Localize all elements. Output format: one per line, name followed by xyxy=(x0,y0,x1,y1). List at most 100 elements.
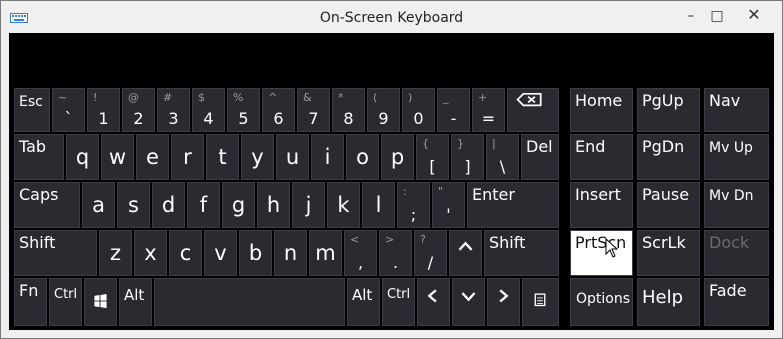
key-fade[interactable]: Fade xyxy=(704,278,769,326)
key-y[interactable]: y xyxy=(241,134,274,180)
key-5[interactable]: % 5 xyxy=(227,88,260,132)
key-2[interactable]: @2 xyxy=(122,88,155,132)
key-m[interactable]: m xyxy=(309,230,342,276)
key-minus[interactable]: _ - xyxy=(437,88,470,132)
key-arrow-down[interactable] xyxy=(452,278,485,326)
key-enter[interactable]: Enter xyxy=(467,182,559,228)
arrow-down-icon xyxy=(461,292,476,302)
key-help[interactable]: Help xyxy=(637,278,700,326)
key-1[interactable]: ! 1 xyxy=(87,88,120,132)
key-r[interactable]: r xyxy=(171,134,204,180)
key-h[interactable]: h xyxy=(257,182,290,228)
key-nav[interactable]: Nav xyxy=(704,88,769,132)
key-secondary: $ xyxy=(198,91,205,104)
key-label: Alt xyxy=(124,286,145,304)
close-button[interactable]: ✕ xyxy=(736,5,772,27)
key-6[interactable]: ^ 6 xyxy=(262,88,295,132)
key-label: k xyxy=(337,193,350,217)
maximize-button[interactable]: □ xyxy=(705,7,729,27)
key-label: f xyxy=(199,193,208,217)
key-e[interactable]: e xyxy=(136,134,169,180)
key-c[interactable]: c xyxy=(169,230,202,276)
key-q[interactable]: q xyxy=(66,134,99,180)
key-w[interactable]: w xyxy=(101,134,134,180)
key-3[interactable]: #3 xyxy=(157,88,190,132)
key-shift-left[interactable]: Shift xyxy=(14,230,97,276)
key-label: t xyxy=(218,145,227,169)
title-bar[interactable]: On-Screen Keyboard – □ ✕ xyxy=(1,1,782,34)
key-pause[interactable]: Pause xyxy=(637,182,700,228)
key-arrow-left[interactable] xyxy=(417,278,450,326)
key-shift-right[interactable]: Shift xyxy=(484,230,559,276)
key-pgup[interactable]: PgUp xyxy=(637,88,700,132)
key-8[interactable]: * 8 xyxy=(332,88,365,132)
key-fn[interactable]: Fn xyxy=(14,278,47,326)
key-o[interactable]: o xyxy=(346,134,379,180)
key-dock[interactable]: Dock xyxy=(704,230,769,276)
key-space[interactable] xyxy=(154,278,345,326)
key-v[interactable]: v xyxy=(204,230,237,276)
key-end[interactable]: End xyxy=(570,134,633,180)
key-label: e xyxy=(146,145,159,169)
key-quote[interactable]: " ' xyxy=(432,182,465,228)
key-pgdn[interactable]: PgDn xyxy=(637,134,700,180)
key-ctrl-left[interactable]: Ctrl xyxy=(49,278,82,326)
key-a[interactable]: a xyxy=(82,182,115,228)
key-i[interactable]: i xyxy=(311,134,344,180)
key-semicolon[interactable]: :; xyxy=(397,182,430,228)
key-k[interactable]: k xyxy=(327,182,360,228)
key-tab[interactable]: Tab xyxy=(14,134,64,180)
key-4[interactable]: $4 xyxy=(192,88,225,132)
key-primary: ; xyxy=(410,205,417,224)
key-esc[interactable]: Esc xyxy=(14,88,50,132)
key-backtick[interactable]: ~ ` xyxy=(52,88,85,132)
key-label: p xyxy=(390,145,405,169)
key-equals[interactable]: + = xyxy=(472,88,505,132)
key-t[interactable]: t xyxy=(206,134,239,180)
key-9[interactable]: (9 xyxy=(367,88,400,132)
key-n[interactable]: n xyxy=(274,230,307,276)
key-g[interactable]: g xyxy=(222,182,255,228)
key-backslash[interactable]: | \ xyxy=(486,134,519,180)
key-arrow-up[interactable] xyxy=(449,230,482,276)
key-caps[interactable]: Caps xyxy=(14,182,80,228)
key-mvup[interactable]: Mv Up xyxy=(704,134,769,180)
key-windows[interactable] xyxy=(84,278,117,326)
key-home[interactable]: Home xyxy=(570,88,633,132)
key-l[interactable]: l xyxy=(362,182,395,228)
key-alt-right[interactable]: Alt xyxy=(347,278,380,326)
keyboard-area: Esc ~ ` ! 1 @2 #3 $4 % 5 ^ 6 & 7 * 8 (9 ) 0 _ - … xyxy=(9,33,774,330)
key-7[interactable]: & 7 xyxy=(297,88,330,132)
key-u[interactable]: u xyxy=(276,134,309,180)
key-f[interactable]: f xyxy=(187,182,220,228)
key-primary: [ xyxy=(429,157,436,176)
key-prtscn[interactable]: PrtScn xyxy=(570,230,633,276)
key-label: q xyxy=(75,145,90,169)
key-secondary: " xyxy=(438,185,444,198)
key-options[interactable]: Options xyxy=(570,278,633,326)
key-menu[interactable] xyxy=(522,278,559,326)
key-scrlk[interactable]: ScrLk xyxy=(637,230,700,276)
key-insert[interactable]: Insert xyxy=(570,182,633,228)
key-comma[interactable]: <, xyxy=(344,230,377,276)
key-j[interactable]: j xyxy=(292,182,325,228)
key-left-bracket[interactable]: {[ xyxy=(416,134,449,180)
key-s[interactable]: s xyxy=(117,182,150,228)
key-label: r xyxy=(183,145,192,169)
key-mvdn[interactable]: Mv Dn xyxy=(704,182,769,228)
key-slash[interactable]: ? / xyxy=(414,230,447,276)
key-ctrl-right[interactable]: Ctrl xyxy=(382,278,415,326)
key-period[interactable]: >. xyxy=(379,230,412,276)
key-alt-left[interactable]: Alt xyxy=(119,278,152,326)
key-d[interactable]: d xyxy=(152,182,185,228)
key-del[interactable]: Del xyxy=(521,134,559,180)
key-arrow-right[interactable] xyxy=(487,278,520,326)
key-right-bracket[interactable]: }] xyxy=(451,134,484,180)
key-x[interactable]: x xyxy=(134,230,167,276)
key-backspace[interactable] xyxy=(507,88,559,132)
key-b[interactable]: b xyxy=(239,230,272,276)
key-z[interactable]: z xyxy=(99,230,132,276)
minimize-button[interactable]: – xyxy=(679,7,703,27)
key-0[interactable]: ) 0 xyxy=(402,88,435,132)
key-p[interactable]: p xyxy=(381,134,414,180)
